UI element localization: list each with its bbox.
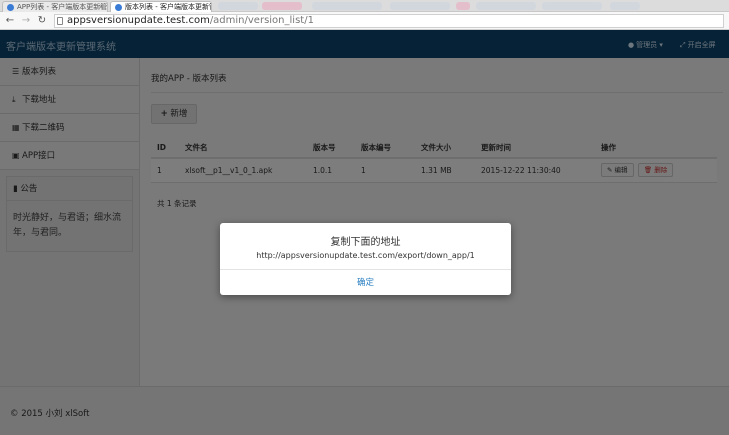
blurred-tab[interactable] bbox=[390, 2, 450, 10]
blurred-tab[interactable] bbox=[312, 2, 382, 10]
blurred-tab[interactable] bbox=[610, 2, 640, 10]
header-dim bbox=[0, 30, 729, 58]
url-path: /admin/version_list/1 bbox=[209, 15, 314, 26]
app-favicon-icon bbox=[7, 4, 14, 11]
url-input[interactable]: appsversionupdate.test.com/admin/version… bbox=[54, 14, 724, 28]
back-arrow-icon[interactable]: ← bbox=[4, 15, 16, 27]
blurred-tab[interactable] bbox=[262, 2, 302, 10]
blurred-tab[interactable] bbox=[218, 2, 258, 10]
close-icon[interactable]: × bbox=[98, 2, 104, 12]
tab-label: 版本列表 - 客户端版本更新管理... bbox=[125, 3, 211, 11]
reload-icon[interactable]: ↻ bbox=[36, 15, 48, 27]
copy-url-dialog: 复制下面的地址 http://appsversionupdate.test.co… bbox=[220, 223, 511, 295]
browser-tab-version-list[interactable]: 版本列表 - 客户端版本更新管理... × bbox=[110, 1, 212, 12]
forward-arrow-icon[interactable]: → bbox=[20, 15, 32, 27]
url-host: appsversionupdate.test.com bbox=[67, 15, 210, 26]
browser-tab-app-list[interactable]: APP列表 - 客户端版本更新管... × bbox=[2, 1, 108, 12]
download-url-text[interactable]: http://appsversionupdate.test.com/export… bbox=[220, 251, 511, 260]
blurred-tab[interactable] bbox=[476, 2, 536, 10]
divider bbox=[220, 269, 511, 270]
tab-label: APP列表 - 客户端版本更新管... bbox=[17, 3, 108, 11]
browser-tab-strip: APP列表 - 客户端版本更新管... × 版本列表 - 客户端版本更新管理..… bbox=[0, 0, 729, 12]
page-info-icon[interactable] bbox=[57, 17, 63, 25]
blurred-tab[interactable] bbox=[542, 2, 602, 10]
close-icon[interactable]: × bbox=[202, 2, 208, 12]
app-favicon-icon bbox=[115, 4, 122, 11]
dialog-title: 复制下面的地址 bbox=[330, 237, 401, 248]
blurred-tab[interactable] bbox=[456, 2, 470, 10]
confirm-button[interactable]: 确定 bbox=[220, 276, 511, 288]
browser-address-bar: ← → ↻ appsversionupdate.test.com/admin/v… bbox=[0, 12, 729, 30]
